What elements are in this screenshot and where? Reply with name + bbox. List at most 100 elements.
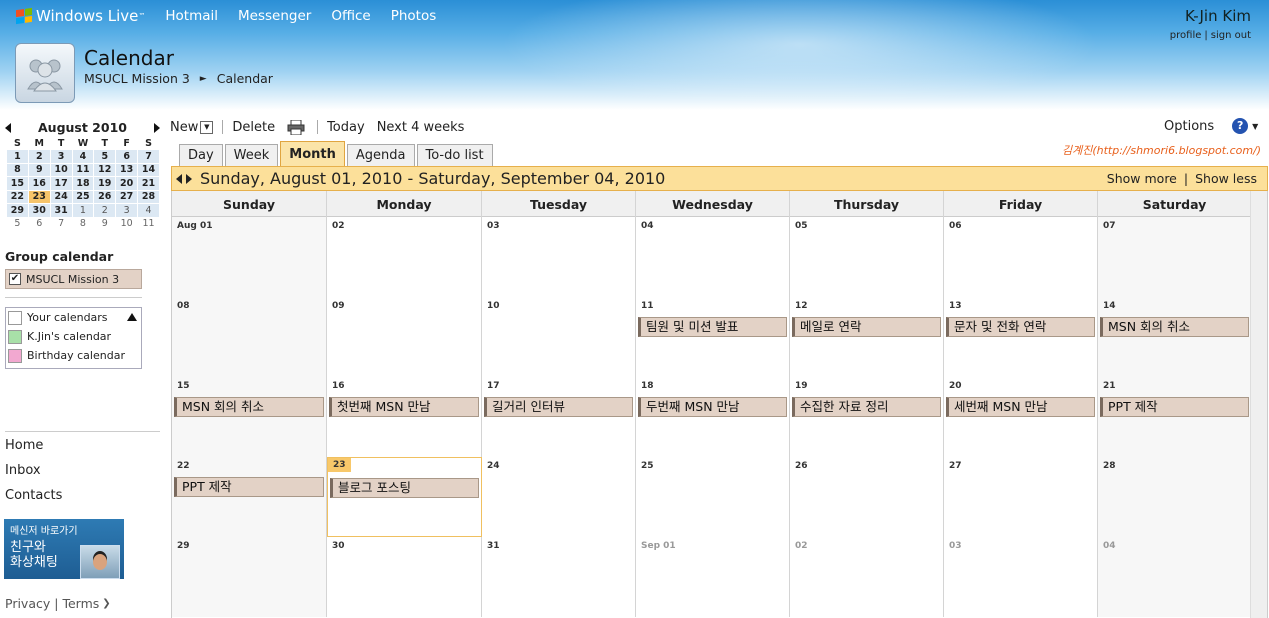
- mini-day[interactable]: 10: [49, 162, 73, 177]
- show-more-link[interactable]: Show more: [1107, 171, 1177, 186]
- mini-next-month-icon[interactable]: [153, 122, 160, 133]
- day-number[interactable]: 25: [641, 461, 654, 471]
- nav-messenger[interactable]: Messenger: [238, 8, 311, 24]
- day-cell[interactable]: 17 길거리 인터뷰: [482, 377, 636, 457]
- day-number[interactable]: 16: [332, 381, 345, 391]
- day-number[interactable]: 22: [177, 461, 190, 471]
- day-cell[interactable]: 22 PPT 제작: [172, 457, 327, 537]
- day-cell[interactable]: 06: [944, 217, 1098, 297]
- mini-day[interactable]: 22: [6, 189, 29, 204]
- day-number[interactable]: 05: [795, 221, 808, 231]
- day-number[interactable]: 24: [487, 461, 500, 471]
- privacy-link[interactable]: Privacy: [5, 596, 50, 611]
- day-number[interactable]: 07: [1103, 221, 1116, 231]
- day-cell[interactable]: 09: [327, 297, 482, 377]
- day-cell[interactable]: 02: [790, 537, 944, 617]
- day-number[interactable]: 29: [177, 541, 190, 551]
- day-cell[interactable]: 07: [1098, 217, 1252, 297]
- side-link-inbox[interactable]: Inbox: [5, 463, 41, 478]
- day-number[interactable]: 03: [487, 221, 500, 231]
- prev-range-icon[interactable]: [176, 173, 182, 184]
- options-button[interactable]: Options: [1164, 119, 1214, 134]
- day-number[interactable]: 27: [949, 461, 962, 471]
- mini-day[interactable]: 9: [27, 162, 51, 177]
- mini-day[interactable]: 28: [137, 189, 160, 204]
- day-cell[interactable]: 16 첫번째 MSN 만남: [327, 377, 482, 457]
- tab-todo[interactable]: To-do list: [416, 144, 493, 166]
- day-number[interactable]: Sep 01: [641, 541, 676, 551]
- day-number[interactable]: 31: [487, 541, 500, 551]
- mini-day[interactable]: 1: [71, 203, 95, 218]
- day-cell[interactable]: 27: [944, 457, 1098, 537]
- calendar-event[interactable]: 문자 및 전화 연락: [946, 317, 1095, 337]
- mini-day[interactable]: 21: [137, 176, 160, 191]
- day-number[interactable]: 04: [1103, 541, 1116, 551]
- day-cell[interactable]: 29: [172, 537, 327, 617]
- day-number[interactable]: 15: [177, 381, 190, 391]
- day-number[interactable]: 03: [949, 541, 962, 551]
- mini-day[interactable]: 9: [93, 216, 117, 231]
- mini-day[interactable]: 29: [6, 203, 29, 218]
- day-cell[interactable]: 04: [1098, 537, 1252, 617]
- mini-day[interactable]: 7: [49, 216, 73, 231]
- mini-day[interactable]: 3: [115, 203, 139, 218]
- nav-hotmail[interactable]: Hotmail: [165, 8, 218, 24]
- calendar-event[interactable]: 길거리 인터뷰: [484, 397, 633, 417]
- delete-button[interactable]: Delete: [232, 120, 275, 135]
- day-cell[interactable]: 31: [482, 537, 636, 617]
- help-icon[interactable]: ?: [1232, 118, 1249, 134]
- mini-day[interactable]: 14: [137, 162, 160, 177]
- mini-day[interactable]: 12: [93, 162, 117, 177]
- calendar-event[interactable]: 세번째 MSN 만남: [946, 397, 1095, 417]
- user-name[interactable]: K-Jin Kim: [1170, 7, 1251, 25]
- checkbox-checked-icon[interactable]: ✔: [9, 273, 21, 285]
- mini-day[interactable]: 18: [71, 176, 95, 191]
- show-less-link[interactable]: Show less: [1195, 171, 1257, 186]
- mini-day[interactable]: 1: [6, 149, 29, 164]
- mini-day[interactable]: 31: [49, 203, 73, 218]
- group-calendar-item[interactable]: ✔ MSUCL Mission 3: [5, 269, 142, 289]
- mini-day[interactable]: 19: [93, 176, 117, 191]
- day-cell[interactable]: Sep 01: [636, 537, 790, 617]
- mini-day[interactable]: 16: [27, 176, 51, 191]
- calendar-event[interactable]: 두번째 MSN 만남: [638, 397, 787, 417]
- day-number[interactable]: 17: [487, 381, 500, 391]
- mini-day[interactable]: 5: [6, 216, 29, 231]
- mini-day[interactable]: 23: [27, 189, 51, 204]
- mini-day[interactable]: 26: [93, 189, 117, 204]
- day-number[interactable]: 06: [949, 221, 962, 231]
- day-cell[interactable]: 10: [482, 297, 636, 377]
- day-cell[interactable]: 19 수집한 자료 정리: [790, 377, 944, 457]
- help-dropdown-icon[interactable]: ▼: [1252, 122, 1258, 131]
- day-cell[interactable]: 15 MSN 회의 취소: [172, 377, 327, 457]
- day-number[interactable]: 18: [641, 381, 654, 391]
- collapse-up-icon[interactable]: [127, 313, 137, 321]
- mini-day[interactable]: 5: [93, 149, 117, 164]
- calendar-event[interactable]: PPT 제작: [174, 477, 324, 497]
- mini-day[interactable]: 13: [115, 162, 139, 177]
- mini-day[interactable]: 11: [71, 162, 95, 177]
- print-icon[interactable]: [287, 119, 305, 135]
- day-cell[interactable]: 20 세번째 MSN 만남: [944, 377, 1098, 457]
- day-cell[interactable]: 12 메일로 연락: [790, 297, 944, 377]
- mini-day[interactable]: 8: [6, 162, 29, 177]
- calendar-item-birthday[interactable]: Birthday calendar: [6, 346, 141, 365]
- mini-day[interactable]: 20: [115, 176, 139, 191]
- mini-day[interactable]: 3: [49, 149, 73, 164]
- tab-agenda[interactable]: Agenda: [346, 144, 415, 166]
- calendar-event[interactable]: 메일로 연락: [792, 317, 941, 337]
- day-cell[interactable]: 30: [327, 537, 482, 617]
- calendar-event[interactable]: 수집한 자료 정리: [792, 397, 941, 417]
- day-number[interactable]: 14: [1103, 301, 1116, 311]
- mini-prev-month-icon[interactable]: [5, 122, 11, 133]
- day-number[interactable]: 20: [949, 381, 962, 391]
- day-number[interactable]: 02: [332, 221, 345, 231]
- day-cell[interactable]: 25: [636, 457, 790, 537]
- day-number[interactable]: 02: [795, 541, 808, 551]
- mini-day[interactable]: 7: [137, 149, 160, 164]
- tab-day[interactable]: Day: [179, 144, 223, 166]
- day-number[interactable]: 04: [641, 221, 654, 231]
- mini-day[interactable]: 11: [137, 216, 160, 231]
- mini-day[interactable]: 27: [115, 189, 139, 204]
- day-number[interactable]: 28: [1103, 461, 1116, 471]
